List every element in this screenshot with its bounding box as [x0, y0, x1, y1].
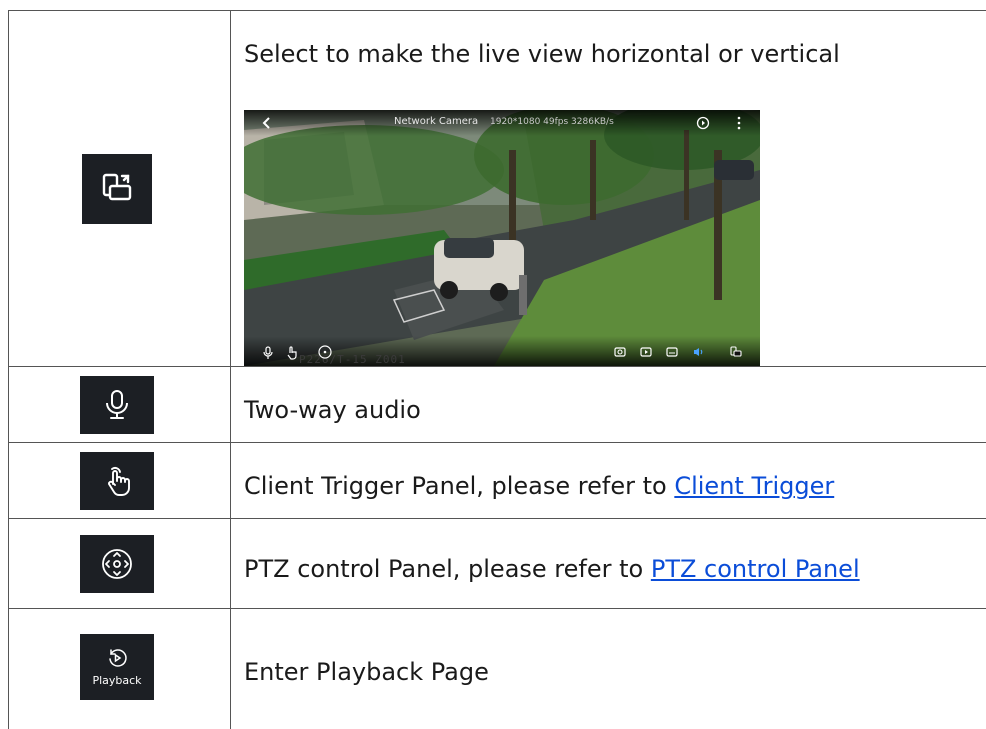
row-divider [8, 608, 986, 609]
table-left-border [8, 10, 9, 729]
row-divider [8, 518, 986, 519]
hand-touch-icon [287, 346, 297, 360]
table-top-border [8, 10, 986, 11]
back-chevron-icon [262, 117, 270, 129]
live-view-toolbar: P226/T-15 Z001 [244, 336, 760, 366]
playback-icon: Playback [80, 634, 154, 700]
ptz-control-icon [80, 535, 154, 593]
ptz-control-icon [318, 345, 332, 359]
quality-icon [666, 347, 678, 357]
row-description: Client Trigger Panel, please refer to Cl… [244, 472, 834, 500]
row-divider [8, 366, 986, 367]
client-trigger-link[interactable]: Client Trigger [674, 472, 834, 500]
row-description: Enter Playback Page [244, 658, 489, 686]
live-view-screenshot: Network Camera 1920*1080 49fps 3286KB/s … [244, 110, 760, 366]
row-divider [8, 442, 986, 443]
snapshot-icon [614, 347, 626, 357]
camera-name: Network Camera [394, 116, 479, 127]
description-text: PTZ control Panel, please refer to [244, 555, 651, 583]
hand-touch-icon [80, 452, 154, 510]
record-icon [640, 347, 652, 357]
column-divider [230, 10, 231, 729]
rotate-screen-icon [82, 154, 152, 224]
ptz-control-panel-link[interactable]: PTZ control Panel [651, 555, 860, 583]
rotate-screen-icon [730, 346, 742, 357]
microphone-icon [263, 346, 273, 359]
stream-info: 1920*1080 49fps 3286KB/s [490, 117, 614, 127]
more-options-icon [737, 116, 741, 130]
row-description: Select to make the live view horizontal … [244, 40, 840, 68]
playback-icon [696, 116, 710, 130]
speaker-icon [694, 348, 703, 356]
playback-label: Playback [92, 673, 142, 687]
row-description: PTZ control Panel, please refer to PTZ c… [244, 555, 860, 583]
row-description: Two-way audio [244, 396, 421, 424]
ptz-osd-text: P226/T-15 Z001 [299, 353, 406, 366]
live-view-top-bar: Network Camera 1920*1080 49fps 3286KB/s [244, 110, 760, 136]
microphone-icon [80, 376, 154, 434]
description-text: Client Trigger Panel, please refer to [244, 472, 675, 500]
